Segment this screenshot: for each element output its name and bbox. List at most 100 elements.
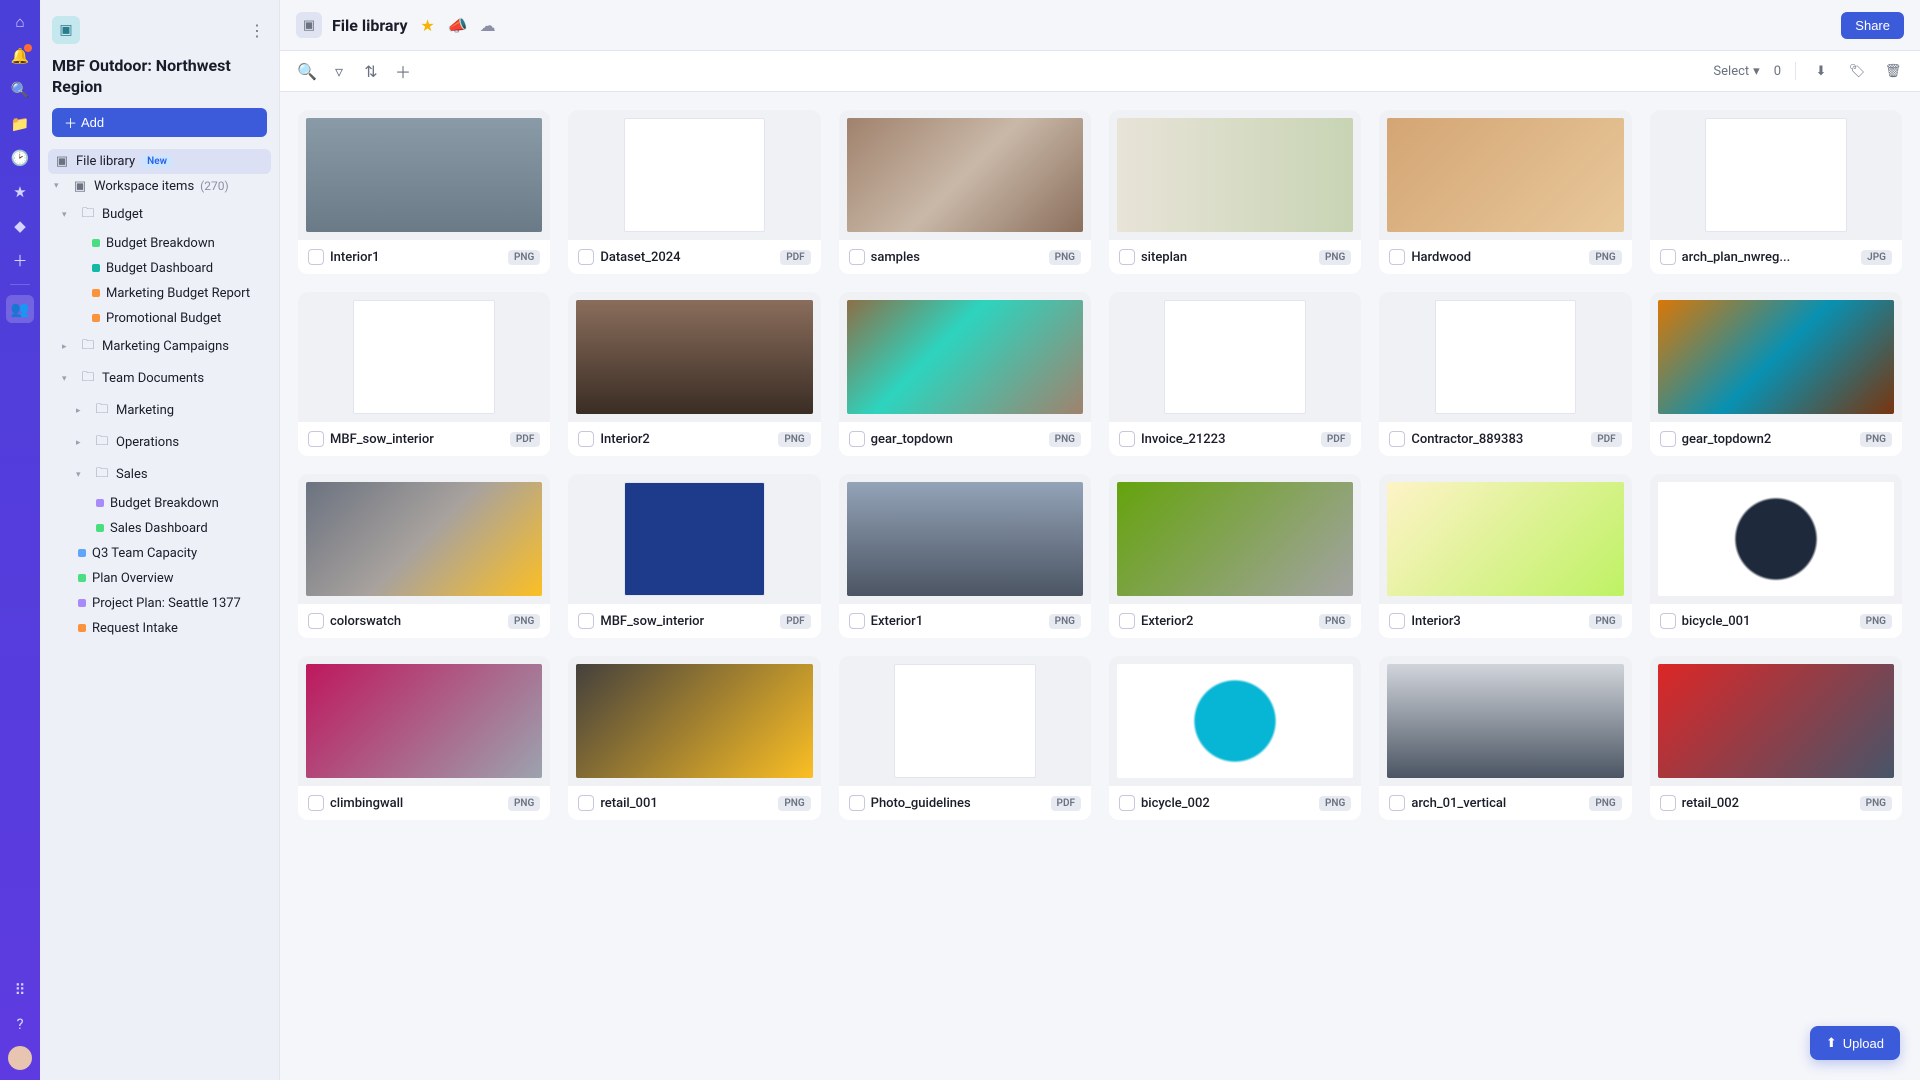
announce-icon[interactable]: 📣 [448, 15, 468, 35]
file-checkbox[interactable] [308, 431, 324, 447]
file-card[interactable]: retail_002 PNG [1650, 656, 1902, 820]
sidebar-folder[interactable]: ▸ 🗀 Operations [48, 427, 271, 459]
file-card[interactable]: samples PNG [839, 110, 1091, 274]
cloud-icon[interactable]: ☁ [478, 15, 498, 35]
sidebar-item[interactable]: Project Plan: Seattle 1377 [48, 591, 271, 616]
workspace-icon: ▣ [52, 16, 80, 44]
file-type-badge: PNG [1860, 432, 1892, 447]
sidebar-item[interactable]: Plan Overview [48, 566, 271, 591]
file-thumbnail [1109, 474, 1361, 604]
sidebar-folder[interactable]: ▸ 🗀 Marketing [48, 395, 271, 427]
workspace-menu-icon[interactable]: ⋮ [247, 21, 267, 40]
search-icon[interactable]: 🔍 [296, 60, 318, 82]
file-checkbox[interactable] [849, 249, 865, 265]
file-card[interactable]: Exterior1 PNG [839, 474, 1091, 638]
sidebar-item[interactable]: Promotional Budget [48, 306, 271, 331]
share-button[interactable]: Share [1841, 12, 1904, 39]
delete-icon[interactable]: 🗑 [1882, 60, 1904, 82]
file-card[interactable]: Hardwood PNG [1379, 110, 1631, 274]
file-checkbox[interactable] [1389, 249, 1405, 265]
file-card[interactable]: retail_001 PNG [568, 656, 820, 820]
file-checkbox[interactable] [1389, 795, 1405, 811]
rail-notifications-icon[interactable]: 🔔 [6, 42, 34, 70]
sort-icon[interactable]: ⇅ [360, 60, 382, 82]
sidebar-workspace-items[interactable]: ▾ ▣ Workspace items (270) [48, 174, 271, 199]
file-checkbox[interactable] [1389, 613, 1405, 629]
upload-button[interactable]: ⬆ Upload [1810, 1026, 1900, 1060]
file-checkbox[interactable] [308, 613, 324, 629]
rail-diamond-icon[interactable]: ◆ [6, 212, 34, 240]
rail-home-icon[interactable]: ⌂ [6, 8, 34, 36]
file-card[interactable]: Invoice_21223 PDF [1109, 292, 1361, 456]
star-icon[interactable]: ★ [418, 15, 438, 35]
add-button[interactable]: ＋ Add [52, 108, 267, 137]
file-card[interactable]: Dataset_2024 PDF [568, 110, 820, 274]
file-checkbox[interactable] [578, 249, 594, 265]
file-card[interactable]: colorswatch PNG [298, 474, 550, 638]
sidebar-item[interactable]: Budget Breakdown [48, 491, 271, 516]
file-checkbox[interactable] [1660, 431, 1676, 447]
file-checkbox[interactable] [1119, 249, 1135, 265]
rail-search-icon[interactable]: 🔍 [6, 76, 34, 104]
file-name: Contractor_889383 [1411, 432, 1585, 447]
tag-icon[interactable]: 🏷 [1846, 60, 1868, 82]
sidebar-item[interactable]: Budget Breakdown [48, 231, 271, 256]
file-checkbox[interactable] [578, 431, 594, 447]
file-checkbox[interactable] [849, 431, 865, 447]
file-checkbox[interactable] [1660, 613, 1676, 629]
file-checkbox[interactable] [1389, 431, 1405, 447]
sidebar-folder[interactable]: ▾ 🗀 Team Documents [48, 363, 271, 395]
rail-star-icon[interactable]: ★ [6, 178, 34, 206]
sidebar-item[interactable]: Marketing Budget Report [48, 281, 271, 306]
file-checkbox[interactable] [308, 795, 324, 811]
rail-folder-icon[interactable]: 📁 [6, 110, 34, 138]
file-card[interactable]: MBF_sow_interior PDF [568, 474, 820, 638]
rail-add-icon[interactable]: ＋ [6, 246, 34, 274]
add-file-icon[interactable]: ＋ [392, 60, 414, 82]
file-card[interactable]: gear_topdown PNG [839, 292, 1091, 456]
file-card[interactable]: Interior3 PNG [1379, 474, 1631, 638]
file-checkbox[interactable] [578, 613, 594, 629]
file-checkbox[interactable] [849, 795, 865, 811]
file-card[interactable]: climbingwall PNG [298, 656, 550, 820]
file-card[interactable]: gear_topdown2 PNG [1650, 292, 1902, 456]
rail-workspace-icon[interactable]: 👥 [6, 295, 34, 323]
file-checkbox[interactable] [1660, 795, 1676, 811]
file-card[interactable]: bicycle_001 PNG [1650, 474, 1902, 638]
sidebar-folder[interactable]: ▸ 🗀 Marketing Campaigns [48, 331, 271, 363]
file-card[interactable]: Interior1 PNG [298, 110, 550, 274]
file-checkbox[interactable] [849, 613, 865, 629]
select-dropdown[interactable]: Select ▾ [1713, 64, 1759, 79]
download-icon[interactable]: ⬇ [1810, 60, 1832, 82]
file-checkbox[interactable] [1119, 795, 1135, 811]
sidebar-file-library[interactable]: ▣ File library New [48, 149, 271, 174]
folder-icon: 🗀 [80, 336, 96, 358]
rail-avatar[interactable] [6, 1044, 34, 1072]
file-checkbox[interactable] [1119, 431, 1135, 447]
sidebar-folder[interactable]: ▾ 🗀 Budget [48, 199, 271, 231]
file-card[interactable]: bicycle_002 PNG [1109, 656, 1361, 820]
sidebar-item[interactable]: Q3 Team Capacity [48, 541, 271, 566]
file-thumbnail [568, 656, 820, 786]
file-name: gear_topdown2 [1682, 432, 1854, 447]
file-card[interactable]: arch_01_vertical PNG [1379, 656, 1631, 820]
file-checkbox[interactable] [308, 249, 324, 265]
file-card[interactable]: MBF_sow_interior PDF [298, 292, 550, 456]
sidebar-item[interactable]: Sales Dashboard [48, 516, 271, 541]
sidebar-item[interactable]: Budget Dashboard [48, 256, 271, 281]
file-card[interactable]: Interior2 PNG [568, 292, 820, 456]
file-checkbox[interactable] [1119, 613, 1135, 629]
file-card[interactable]: Photo_guidelines PDF [839, 656, 1091, 820]
file-card[interactable]: Exterior2 PNG [1109, 474, 1361, 638]
file-card[interactable]: Contractor_889383 PDF [1379, 292, 1631, 456]
rail-clock-icon[interactable]: 🕑 [6, 144, 34, 172]
sidebar-item[interactable]: Request Intake [48, 616, 271, 641]
file-card[interactable]: arch_plan_nwreg... JPG [1650, 110, 1902, 274]
filter-icon[interactable]: ▿ [328, 60, 350, 82]
file-card[interactable]: siteplan PNG [1109, 110, 1361, 274]
file-checkbox[interactable] [1660, 249, 1676, 265]
file-checkbox[interactable] [578, 795, 594, 811]
sidebar-folder[interactable]: ▾ 🗀 Sales [48, 459, 271, 491]
rail-apps-icon[interactable]: ⠿ [6, 976, 34, 1004]
rail-help-icon[interactable]: ? [6, 1010, 34, 1038]
